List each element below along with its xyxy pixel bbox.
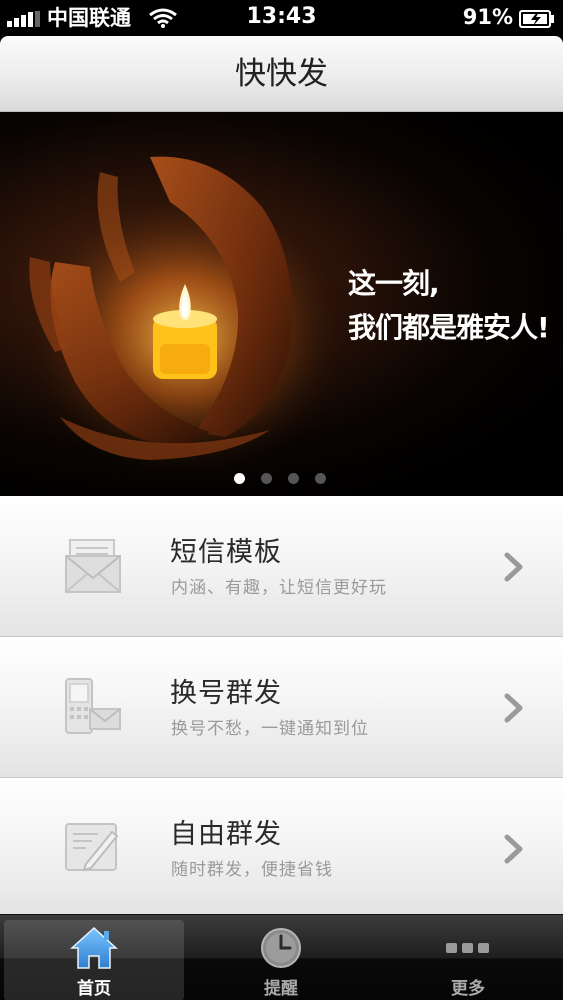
tab-label: 更多 [451, 979, 485, 999]
feature-menu: 短信模板 内涵、有趣，让短信更好玩 换号群发 换号不愁，一键通知到位 自由群发 … [0, 496, 563, 914]
battery-charging-icon [519, 10, 554, 28]
phone-envelope-icon [65, 678, 121, 734]
banner-line-1: 这一刻, [348, 267, 440, 300]
phone-screen: 中国联通 13:43 91% 快快发 这一刻, 我们都是雅安人! 短信模板 内涵… [0, 0, 563, 1000]
compose-icon [65, 823, 119, 872]
banner-caption: 这一刻, 我们都是雅安人! [348, 262, 550, 350]
page-dot-3[interactable] [288, 473, 299, 484]
menu-item-title: 换号群发 [170, 678, 282, 709]
more-icon [446, 943, 489, 953]
page-title: 快快发 [235, 56, 328, 92]
menu-item-subtitle: 换号不愁，一键通知到位 [171, 719, 369, 739]
tab-home[interactable]: 首页 [4, 920, 184, 1000]
tab-bar: 首页 提醒 更多 [0, 914, 563, 1000]
menu-item-free-broadcast[interactable]: 自由群发 随时群发，便捷省钱 [0, 778, 563, 914]
page-dot-1[interactable] [234, 473, 245, 484]
battery-percent: 91% [462, 5, 513, 29]
chevron-right-icon [504, 693, 523, 723]
tab-label: 首页 [77, 979, 111, 999]
banner-carousel[interactable]: 这一刻, 我们都是雅安人! [0, 112, 563, 496]
navigation-bar: 快快发 [0, 36, 563, 112]
page-dot-4[interactable] [315, 473, 326, 484]
carousel-page-indicator[interactable] [234, 473, 326, 485]
chevron-right-icon [504, 552, 523, 582]
banner-line-2: 我们都是雅安人! [348, 311, 550, 344]
home-icon [70, 926, 118, 969]
menu-item-subtitle: 内涵、有趣，让短信更好玩 [171, 578, 387, 598]
tab-more[interactable]: 更多 [378, 920, 558, 1000]
menu-item-subtitle: 随时群发，便捷省钱 [171, 860, 333, 880]
clock-icon [261, 928, 301, 968]
envelope-icon [65, 539, 121, 593]
status-bar: 中国联通 13:43 91% [0, 0, 563, 36]
menu-item-number-change-broadcast[interactable]: 换号群发 换号不愁，一键通知到位 [0, 637, 563, 778]
menu-item-title: 自由群发 [170, 819, 282, 850]
tab-label: 提醒 [264, 979, 298, 999]
page-dot-2[interactable] [261, 473, 272, 484]
chevron-right-icon [504, 834, 523, 864]
menu-item-title: 短信模板 [170, 537, 282, 568]
menu-item-sms-templates[interactable]: 短信模板 内涵、有趣，让短信更好玩 [0, 496, 563, 637]
tab-reminders[interactable]: 提醒 [191, 920, 371, 1000]
